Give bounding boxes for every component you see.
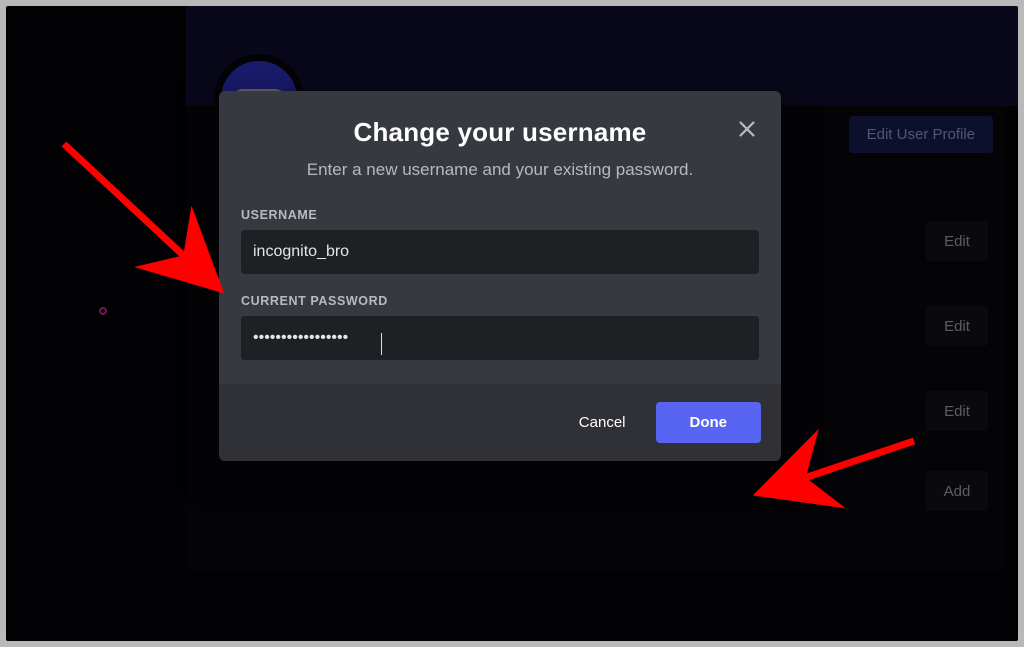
modal-title: Change your username [249, 117, 751, 148]
password-label: CURRENT PASSWORD [241, 294, 759, 308]
modal-footer: Cancel Done [219, 384, 781, 461]
username-input[interactable] [241, 230, 759, 274]
modal-body: USERNAME CURRENT PASSWORD [219, 190, 781, 384]
app-viewport: Edit User Profile Edit Edit Edit Add Cha… [6, 6, 1018, 641]
close-button[interactable] [731, 113, 763, 145]
password-input[interactable] [241, 316, 759, 360]
close-icon [736, 118, 758, 140]
modal-subtitle: Enter a new username and your existing p… [249, 160, 751, 180]
modal-header: Change your username Enter a new usernam… [219, 91, 781, 190]
password-wrap [241, 308, 759, 380]
done-button[interactable]: Done [656, 402, 762, 443]
username-label: USERNAME [241, 208, 759, 222]
cancel-button[interactable]: Cancel [573, 404, 632, 441]
change-username-modal: Change your username Enter a new usernam… [219, 91, 781, 461]
text-cursor-icon [381, 333, 382, 355]
